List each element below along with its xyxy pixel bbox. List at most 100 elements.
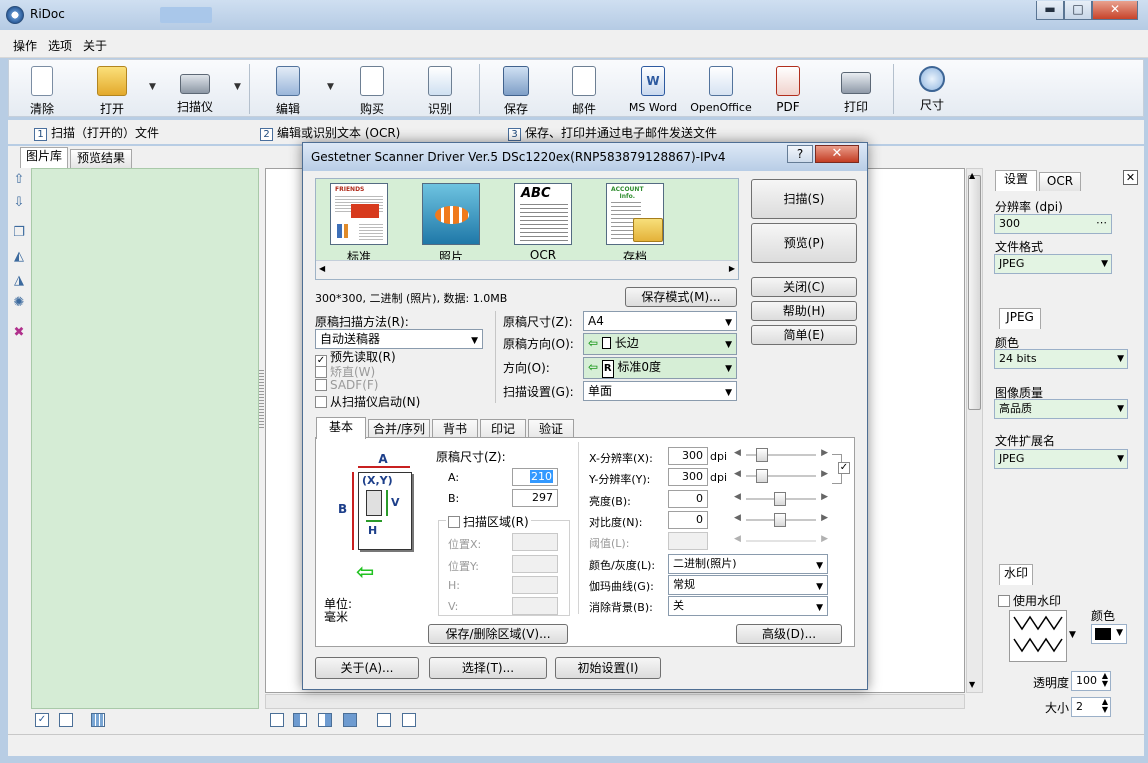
gallery-panel[interactable] — [31, 168, 259, 709]
edit-button[interactable]: 编辑 — [265, 66, 311, 116]
splitter-grip[interactable] — [259, 370, 264, 430]
mode-horizontal-scrollbar[interactable]: ◀ ▶ — [316, 260, 738, 279]
full-view-icon[interactable] — [343, 713, 357, 727]
tab-watermark[interactable]: 水印 — [999, 564, 1033, 585]
tab-verify[interactable]: 验证 — [528, 419, 574, 439]
recognize-button[interactable]: 识别 — [417, 66, 463, 116]
contrast-slider[interactable]: ◀ ▶ — [734, 513, 828, 527]
advanced-button[interactable]: 高级(D)... — [736, 624, 842, 644]
left-half-view-icon[interactable] — [293, 713, 307, 727]
extension-select[interactable]: JPEG ▼ — [994, 449, 1128, 469]
x-resolution-field[interactable]: 300 — [668, 447, 708, 465]
pos-x-field[interactable] — [512, 533, 558, 551]
threshold-field[interactable] — [668, 532, 708, 550]
dialog-close-button[interactable]: ✕ — [815, 145, 859, 163]
opacity-spinner[interactable]: 100 ▲ ▼ — [1071, 671, 1111, 691]
mail-button[interactable]: 邮件 — [561, 66, 607, 116]
y-resolution-field[interactable]: 300 — [668, 468, 708, 486]
scan-setting-select[interactable]: 单面 ▼ — [583, 381, 737, 401]
brightness-field[interactable]: 0 — [668, 490, 708, 508]
deselect-icon[interactable] — [59, 713, 73, 727]
threshold-slider[interactable]: ◀ ▶ — [734, 534, 828, 548]
scan-method-select[interactable]: 自动送稿器 ▼ — [315, 329, 483, 349]
tab-merge-sequence[interactable]: 合并/序列 — [368, 419, 430, 439]
tab-ocr[interactable]: OCR — [1039, 172, 1081, 191]
initial-settings-button[interactable]: 初始设置(I) — [555, 657, 661, 679]
scanner-button[interactable]: 扫描仪 — [171, 66, 219, 116]
mode-photo[interactable]: 照片 — [418, 183, 484, 265]
dialog-help-button[interactable]: ? — [787, 145, 813, 163]
watermark-pattern-preview[interactable] — [1009, 610, 1067, 662]
save-delete-area-button[interactable]: 保存/删除区域(V)... — [428, 624, 568, 644]
help-button[interactable]: 帮助(H) — [751, 301, 857, 321]
save-button[interactable]: 保存 — [493, 66, 539, 116]
page-view-icon[interactable] — [270, 713, 284, 727]
scan-button[interactable]: 扫描(S) — [751, 179, 857, 219]
move-down-icon[interactable]: ⇩ — [12, 196, 26, 210]
menu-about[interactable]: 关于 — [83, 37, 107, 54]
pos-y-field[interactable] — [512, 555, 558, 573]
clear-button[interactable]: 清除 — [19, 66, 65, 116]
select-all-icon[interactable]: ✓ — [35, 713, 49, 727]
menu-options[interactable]: 选项 — [48, 37, 72, 54]
rotate-left-icon[interactable]: ◭ — [12, 250, 26, 264]
select-button[interactable]: 选择(T)... — [429, 657, 547, 679]
scroll-right-arrow[interactable]: ▶ — [729, 264, 735, 273]
watermark-color-picker[interactable]: ▼ — [1091, 624, 1127, 644]
sadf-checkbox[interactable]: SADF(F) — [315, 378, 378, 392]
link-resolution-checkbox[interactable]: ✓ — [838, 462, 850, 474]
msword-button[interactable]: W MS Word — [625, 66, 681, 116]
print-button[interactable]: 打印 — [833, 66, 879, 116]
panel-close-icon[interactable]: ✕ — [1123, 170, 1138, 185]
simple-button[interactable]: 简单(E) — [751, 325, 857, 345]
color-gray-select[interactable]: 二进制(照片) ▼ — [668, 554, 828, 574]
scroll-down-arrow[interactable]: ▼ — [969, 680, 975, 689]
delete-icon[interactable]: ✖ — [12, 326, 26, 340]
horizontal-scrollbar[interactable] — [265, 694, 965, 709]
quality-select[interactable]: 高品质 ▼ — [994, 399, 1128, 419]
orig-direction-select[interactable]: ⇦ 长边 ▼ — [583, 333, 737, 355]
scanner-dropdown-arrow[interactable]: ▼ — [234, 82, 241, 92]
gamma-select[interactable]: 常规 ▼ — [668, 575, 828, 595]
maximize-button[interactable]: □ — [1064, 1, 1092, 20]
rotate-right-icon[interactable]: ◮ — [12, 274, 26, 288]
y-resolution-slider[interactable]: ◀ ▶ — [734, 469, 828, 483]
edit-dropdown-arrow[interactable]: ▼ — [327, 82, 334, 92]
a-value-field[interactable]: 210 — [512, 468, 558, 486]
scroll-left-arrow[interactable]: ◀ — [319, 264, 325, 273]
scan-area-checkbox[interactable]: 扫描区域(R) — [446, 513, 531, 530]
open-button[interactable]: 打开 — [89, 66, 135, 116]
v-field[interactable] — [512, 597, 558, 615]
minimize-button[interactable]: ▬ — [1036, 1, 1064, 20]
resolution-input[interactable]: 300 ⋯ — [994, 214, 1112, 234]
buy-button[interactable]: 购买 — [349, 66, 395, 116]
mode-standard[interactable]: FRIENDS 标准 — [326, 183, 392, 265]
brightness-slider[interactable]: ◀ ▶ — [734, 492, 828, 506]
tab-preview-result[interactable]: 预览结果 — [70, 149, 132, 168]
more-icon[interactable]: ⋯ — [1096, 216, 1107, 229]
file-format-select[interactable]: JPEG ▼ — [994, 254, 1112, 274]
menu-operate[interactable]: 操作 — [13, 37, 37, 54]
zoom-out-icon[interactable] — [402, 713, 416, 727]
size-button[interactable]: 尺寸 — [909, 66, 955, 116]
bg-removal-select[interactable]: 关 ▼ — [668, 596, 828, 616]
close-dialog-button[interactable]: 关闭(C) — [751, 277, 857, 297]
tab-gallery[interactable]: 图片库 — [20, 147, 68, 168]
mode-archive[interactable]: ACCOUNT Info. 存档 — [602, 183, 668, 265]
pdf-button[interactable]: PDF — [765, 66, 811, 116]
pattern-dropdown-arrow[interactable]: ▼ — [1069, 630, 1076, 640]
contrast-field[interactable]: 0 — [668, 511, 708, 529]
scroll-up-arrow[interactable]: ▲ — [969, 171, 975, 180]
right-half-view-icon[interactable] — [318, 713, 332, 727]
use-watermark-checkbox[interactable]: 使用水印 — [998, 592, 1061, 609]
adjust-icon[interactable]: ✺ — [12, 296, 26, 310]
x-resolution-slider[interactable]: ◀ ▶ — [734, 448, 828, 462]
save-mode-button[interactable]: 保存模式(M)... — [625, 287, 737, 307]
mode-ocr[interactable]: ABC OCR — [510, 183, 576, 262]
tab-endorse[interactable]: 背书 — [432, 419, 478, 439]
orig-size-select[interactable]: A4 ▼ — [583, 311, 737, 331]
zoom-in-icon[interactable] — [377, 713, 391, 727]
open-dropdown-arrow[interactable]: ▼ — [149, 82, 156, 92]
tab-settings[interactable]: 设置 — [995, 170, 1037, 191]
h-field[interactable] — [512, 576, 558, 594]
